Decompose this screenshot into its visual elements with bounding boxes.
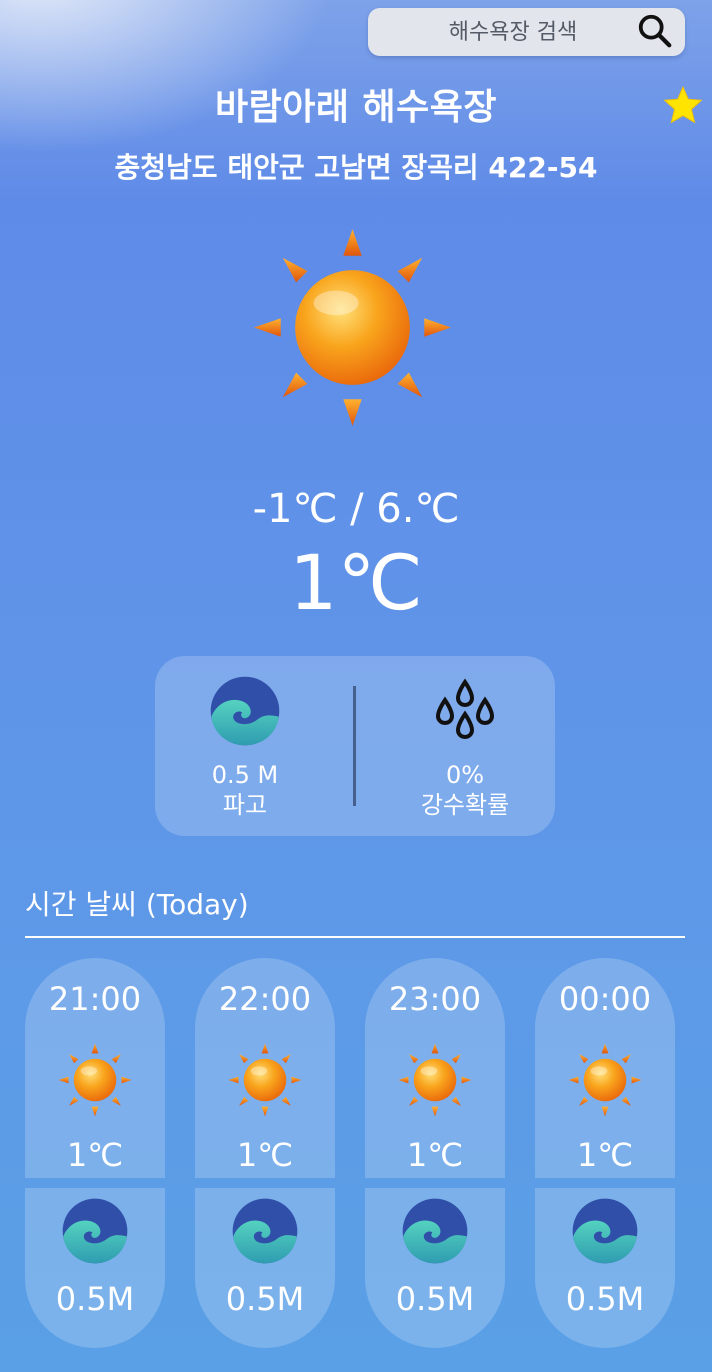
wave-icon bbox=[62, 1198, 128, 1264]
precip-summary: 0% 강수확률 bbox=[375, 676, 555, 820]
wave-icon bbox=[210, 676, 280, 746]
wave-icon bbox=[572, 1198, 638, 1264]
hourly-card-weather: 23:00 1℃ bbox=[365, 958, 505, 1178]
hourly-card-wave: 0.5M bbox=[535, 1188, 675, 1348]
wave-icon bbox=[232, 1198, 298, 1264]
hourly-time: 23:00 bbox=[388, 980, 482, 1018]
hourly-wave-height: 0.5M bbox=[225, 1280, 305, 1318]
precip-value: 0% bbox=[445, 761, 485, 789]
hourly-section-title: 시간 날씨 (Today) bbox=[25, 888, 249, 921]
hourly-temperature: 1℃ bbox=[576, 1136, 634, 1174]
sun-icon bbox=[567, 1042, 643, 1118]
beach-address: 충청남도 태안군 고남면 장곡리 422-54 bbox=[114, 151, 598, 184]
hourly-card[interactable]: 22:00 1℃ 0.5M bbox=[195, 958, 335, 1348]
sun-icon bbox=[227, 1042, 303, 1118]
raindrops-icon bbox=[435, 678, 495, 740]
search-icon[interactable] bbox=[636, 12, 674, 50]
summary-divider bbox=[353, 686, 356, 806]
hourly-wave-height: 0.5M bbox=[395, 1280, 475, 1318]
hourly-time: 00:00 bbox=[558, 980, 652, 1018]
search-input[interactable] bbox=[368, 8, 638, 56]
min-max-temperature: -1℃ / 6.℃ bbox=[252, 486, 460, 532]
hourly-card-wave: 0.5M bbox=[195, 1188, 335, 1348]
hourly-time: 21:00 bbox=[48, 980, 142, 1018]
hourly-wave-height: 0.5M bbox=[565, 1280, 645, 1318]
hourly-card[interactable]: 21:00 1℃ 0.5M bbox=[25, 958, 165, 1348]
hourly-temperature: 1℃ bbox=[406, 1136, 464, 1174]
hourly-card-weather: 22:00 1℃ bbox=[195, 958, 335, 1178]
hourly-card-weather: 21:00 1℃ bbox=[25, 958, 165, 1178]
hourly-card-wave: 0.5M bbox=[25, 1188, 165, 1348]
sun-icon bbox=[397, 1042, 473, 1118]
wave-summary: 0.5 M 파고 bbox=[155, 676, 335, 820]
hourly-card-wave: 0.5M bbox=[365, 1188, 505, 1348]
sun-icon bbox=[57, 1042, 133, 1118]
wave-height-value: 0.5 M bbox=[211, 761, 279, 789]
wave-height-label: 파고 bbox=[222, 791, 268, 819]
hourly-wave-height: 0.5M bbox=[55, 1280, 135, 1318]
wave-icon bbox=[402, 1198, 468, 1264]
hourly-card[interactable]: 00:00 1℃ 0.5M bbox=[535, 958, 675, 1348]
hourly-card[interactable]: 23:00 1℃ 0.5M bbox=[365, 958, 505, 1348]
summary-card: 0.5 M 파고 0% 강수확률 bbox=[155, 656, 555, 836]
current-temperature: 1℃ bbox=[289, 538, 423, 627]
beach-name: 바람아래 해수욕장 bbox=[215, 87, 497, 128]
precip-label: 강수확률 bbox=[420, 791, 510, 819]
section-divider bbox=[25, 936, 685, 938]
hourly-temperature: 1℃ bbox=[236, 1136, 294, 1174]
hourly-card-weather: 00:00 1℃ bbox=[535, 958, 675, 1178]
sun-icon bbox=[250, 225, 455, 430]
hourly-time: 22:00 bbox=[218, 980, 312, 1018]
hourly-temperature: 1℃ bbox=[66, 1136, 124, 1174]
